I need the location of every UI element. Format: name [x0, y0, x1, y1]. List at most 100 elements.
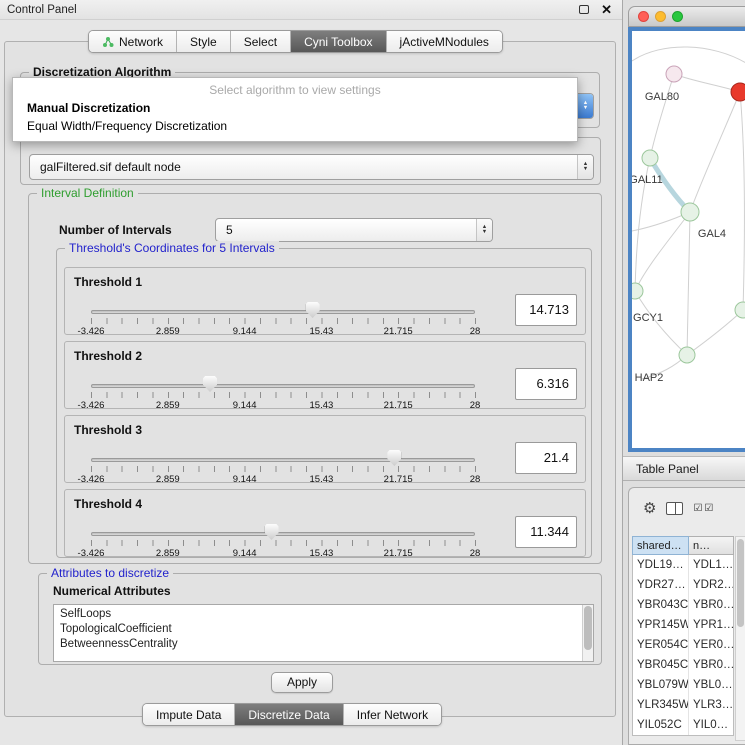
attribute-list-item[interactable]: TopologicalCoefficient [54, 622, 593, 637]
combobox-stepper-icon[interactable]: ▲▼ [577, 94, 593, 118]
network-edge[interactable] [650, 74, 674, 158]
attribute-list-item[interactable]: BetweennessCentrality [54, 637, 593, 652]
table-cell[interactable]: YER0… [689, 635, 733, 655]
table-data-combobox[interactable]: galFiltered.sif default node ▲▼ [29, 154, 594, 180]
table-cell[interactable]: YPR145W [633, 615, 689, 635]
close-icon[interactable]: ✕ [601, 3, 612, 16]
tab-impute-data[interactable]: Impute Data [143, 704, 235, 725]
table-cell[interactable]: YLR3… [689, 695, 733, 715]
table-cell[interactable]: YPR1… [689, 615, 733, 635]
column-header-shared-name[interactable]: shared… [632, 536, 689, 555]
network-window-titlebar[interactable] [628, 6, 745, 27]
slider-track[interactable] [91, 458, 475, 462]
network-edge[interactable] [740, 92, 745, 310]
table-cell[interactable]: YLR345W [633, 695, 689, 715]
table-row[interactable]: YBR045CYBR0… [633, 655, 733, 675]
table-cell[interactable]: YDL1… [689, 555, 733, 575]
threshold-1-slider[interactable]: -3.4262.8599.14415.4321.71528 [83, 296, 483, 336]
table-panel-titlebar[interactable]: Table Panel [623, 456, 745, 481]
table-row[interactable]: YDL19…YDL1… [633, 555, 733, 575]
slider-track[interactable] [91, 384, 475, 388]
table-cell[interactable]: YBR0… [689, 595, 733, 615]
table-cell[interactable]: YDR27… [633, 575, 689, 595]
threshold-4-slider[interactable]: -3.4262.8599.14415.4321.71528 [83, 518, 483, 558]
table-scrollbar[interactable] [735, 536, 745, 741]
numerical-attributes-list[interactable]: SelfLoopsTopologicalCoefficientBetweenne… [53, 604, 594, 662]
table-cell[interactable]: YBL079W [633, 675, 689, 695]
scrollbar-thumb[interactable] [584, 606, 592, 650]
control-panel-body: Discretization Algorithm ▲▼ Table Data g… [4, 41, 616, 717]
tick-label: 15.43 [310, 474, 334, 485]
slider-thumb[interactable] [265, 524, 279, 540]
slider-track[interactable] [91, 310, 475, 314]
network-view-window[interactable]: GAL80GAL11GAL4GCY1HAP2 [628, 6, 745, 452]
network-edge[interactable] [687, 310, 743, 355]
network-node[interactable] [666, 66, 682, 82]
slider-track[interactable] [91, 532, 475, 536]
tab-cyni-toolbox[interactable]: Cyni Toolbox [291, 31, 386, 52]
attribute-list-item[interactable]: SelfLoops [54, 607, 593, 622]
table-cell[interactable]: YIL0… [689, 715, 733, 735]
column-selector-icon[interactable] [666, 502, 683, 515]
popup-item-equal-width-frequency[interactable]: Equal Width/Frequency Discretization [13, 117, 577, 135]
combobox-stepper-icon[interactable]: ▲▼ [577, 155, 593, 179]
tab-style[interactable]: Style [177, 31, 231, 52]
network-node[interactable] [681, 203, 699, 221]
number-of-intervals-label: Number of Intervals [59, 218, 172, 242]
tab-label: Select [244, 35, 277, 49]
table-cell[interactable]: YIL052C [633, 715, 689, 735]
gear-icon[interactable]: ⚙ [643, 501, 656, 516]
tick-label: 21.715 [384, 474, 413, 485]
network-node[interactable] [632, 283, 643, 299]
network-edge[interactable] [687, 212, 690, 355]
table-cell[interactable]: YBR045C [633, 655, 689, 675]
table-row[interactable]: YIL052CYIL0… [633, 715, 733, 735]
network-edge[interactable] [635, 212, 690, 291]
popup-item-manual-discretization[interactable]: Manual Discretization [13, 99, 577, 117]
table-cell[interactable]: YDR2… [689, 575, 733, 595]
minimize-traffic-light-icon[interactable] [655, 11, 666, 22]
network-node[interactable] [642, 150, 658, 166]
float-window-icon[interactable] [579, 5, 589, 14]
threshold-2-value-field[interactable]: 6.316 [515, 368, 577, 400]
network-node[interactable] [731, 83, 745, 101]
network-edge[interactable] [690, 92, 740, 212]
table-cell[interactable]: YER054C [633, 635, 689, 655]
scrollbar-thumb[interactable] [737, 539, 744, 627]
table-row[interactable]: YPR145WYPR1… [633, 615, 733, 635]
table-cell[interactable]: YBR0… [689, 655, 733, 675]
slider-thumb[interactable] [306, 302, 320, 318]
threshold-3-value-field[interactable]: 21.4 [515, 442, 577, 474]
zoom-traffic-light-icon[interactable] [672, 11, 683, 22]
threshold-3-slider[interactable]: -3.4262.8599.14415.4321.71528 [83, 444, 483, 484]
threshold-4-value-field[interactable]: 11.344 [515, 516, 577, 548]
table-row[interactable]: YLR345WYLR3… [633, 695, 733, 715]
slider-thumb[interactable] [387, 450, 401, 466]
threshold-2-slider[interactable]: -3.4262.8599.14415.4321.71528 [83, 370, 483, 410]
network-edge[interactable] [674, 74, 740, 92]
close-traffic-light-icon[interactable] [638, 11, 649, 22]
table-cell[interactable]: YBR043C [633, 595, 689, 615]
table-row[interactable]: YER054CYER0… [633, 635, 733, 655]
network-edge[interactable] [632, 47, 745, 63]
table-cell[interactable]: YBL0… [689, 675, 733, 695]
table-row[interactable]: YDR27…YDR2… [633, 575, 733, 595]
tab-network[interactable]: Network [89, 31, 177, 52]
network-canvas[interactable]: GAL80GAL11GAL4GCY1HAP2 [632, 31, 745, 448]
number-of-intervals-combobox[interactable]: 5 ▲▼ [215, 218, 493, 242]
table-row[interactable]: YBL079WYBL0… [633, 675, 733, 695]
table-cell[interactable]: YDL19… [633, 555, 689, 575]
combobox-stepper-icon[interactable]: ▲▼ [476, 219, 492, 241]
threshold-1-value-field[interactable]: 14.713 [515, 294, 577, 326]
tab-select[interactable]: Select [231, 31, 291, 52]
list-scrollbar[interactable] [582, 605, 593, 661]
tab-jactivemnodules[interactable]: jActiveMNodules [387, 31, 502, 52]
tab-discretize-data[interactable]: Discretize Data [235, 704, 343, 725]
network-node[interactable] [679, 347, 695, 363]
table-row[interactable]: YBR043CYBR0… [633, 595, 733, 615]
slider-thumb[interactable] [203, 376, 217, 392]
show-columns-icon[interactable]: ☑ ☑ [693, 503, 713, 514]
tab-infer-network[interactable]: Infer Network [344, 704, 441, 725]
apply-button[interactable]: Apply [271, 672, 333, 693]
column-header-name[interactable]: n… [689, 536, 734, 555]
